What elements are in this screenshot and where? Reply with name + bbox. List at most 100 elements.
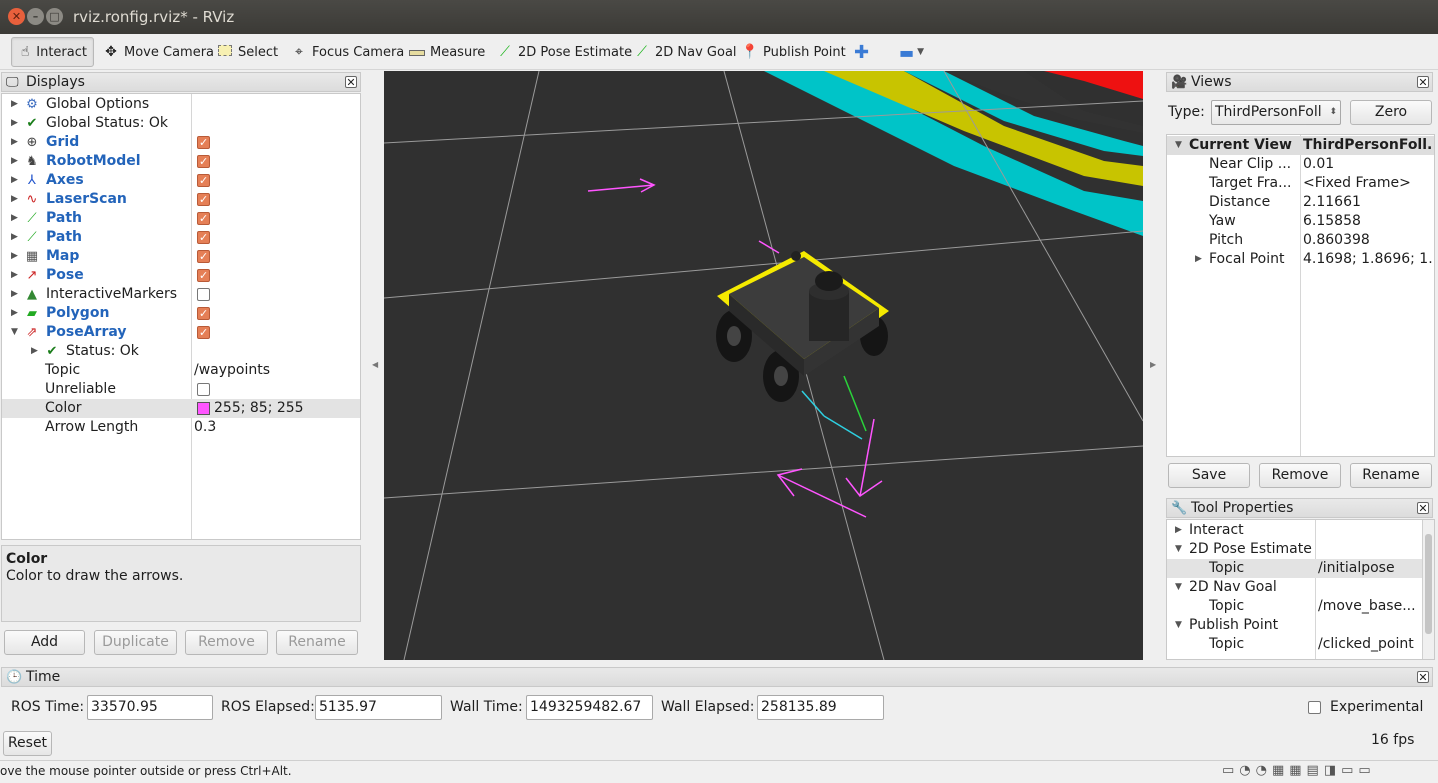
3d-render-viewport[interactable] — [384, 71, 1143, 660]
display-enabled-checkbox[interactable] — [197, 190, 210, 209]
expand-right-icon[interactable]: ▶ — [11, 228, 18, 247]
display-enabled-checkbox[interactable] — [197, 209, 210, 228]
rename-view-button[interactable]: Rename — [1350, 463, 1432, 488]
display-enabled-checkbox[interactable] — [197, 288, 210, 301]
publish-point-tool-button[interactable]: 📍 Publish Point — [735, 37, 852, 67]
display-item-pose[interactable]: ▶ ↗ Pose — [2, 266, 360, 285]
interact-tool-button[interactable]: ☝ Interact — [11, 37, 94, 67]
view-property-row[interactable]: Near Clip ... 0.01 — [1167, 155, 1434, 174]
arrow-length-value[interactable]: 0.3 — [194, 418, 216, 437]
wall-elapsed-field[interactable]: 258135.89 — [757, 695, 884, 720]
color-property-row[interactable]: Color 255; 85; 255 — [2, 399, 360, 418]
display-enabled-checkbox[interactable] — [197, 247, 210, 266]
measure-tool-button[interactable]: Measure — [402, 37, 491, 67]
focus-camera-tool-button[interactable]: ⌖ Focus Camera — [284, 37, 410, 67]
expand-right-icon[interactable]: ▶ — [11, 285, 18, 304]
close-icon[interactable]: ✕ — [1417, 671, 1429, 683]
close-icon[interactable]: ✕ — [1417, 76, 1429, 88]
display-enabled-checkbox[interactable] — [197, 152, 210, 171]
duplicate-display-button[interactable]: Duplicate — [94, 630, 177, 655]
ros-elapsed-field[interactable]: 5135.97 — [315, 695, 442, 720]
move-camera-tool-button[interactable]: ✥ Move Camera — [96, 37, 220, 67]
display-enabled-checkbox[interactable] — [197, 228, 210, 247]
window-close-button[interactable]: ✕ — [8, 8, 25, 25]
display-item-laserscan[interactable]: ▶ ∿ LaserScan — [2, 190, 360, 209]
display-enabled-checkbox[interactable] — [197, 323, 210, 342]
unreliable-checkbox[interactable] — [197, 383, 210, 396]
display-enabled-checkbox[interactable] — [197, 266, 210, 285]
tool-properties-scrollbar[interactable] — [1422, 520, 1434, 659]
view-type-select[interactable]: ThirdPersonFoll ⬍ — [1211, 100, 1341, 125]
posearray-status-row[interactable]: ▶ ✔ Status: Ok — [2, 342, 360, 361]
tool-property-row[interactable]: Topic /clicked_point — [1167, 635, 1434, 654]
display-item-posearray[interactable]: ▼ ⇗ PoseArray — [2, 323, 360, 342]
expand-right-icon[interactable]: ▶ — [11, 266, 18, 285]
tool-property-row[interactable]: ▼ 2D Pose Estimate — [1167, 540, 1434, 559]
expand-right-icon[interactable]: ▶ — [11, 95, 18, 114]
current-view-row[interactable]: ▼ Current View ThirdPersonFoll... — [1167, 136, 1434, 155]
expand-down-icon[interactable]: ▼ — [11, 323, 18, 342]
expand-right-icon[interactable]: ▶ — [11, 133, 18, 152]
topic-property-row[interactable]: Topic /waypoints — [2, 361, 360, 380]
expand-right-icon[interactable]: ▶ — [11, 114, 18, 133]
display-enabled-checkbox[interactable] — [197, 304, 210, 323]
left-splitter-handle[interactable]: ◀ — [372, 360, 378, 369]
color-value[interactable]: 255; 85; 255 — [214, 399, 304, 418]
display-item-path[interactable]: ▶ ⟋ Path — [2, 209, 360, 228]
view-property-row[interactable]: Target Fra... <Fixed Frame> — [1167, 174, 1434, 193]
expand-right-icon[interactable]: ▶ — [11, 171, 18, 190]
display-item-interactivemarkers[interactable]: ▶ ▲ InteractiveMarkers — [2, 285, 360, 304]
display-enabled-checkbox[interactable] — [197, 171, 210, 190]
view-property-row[interactable]: Yaw 6.15858 — [1167, 212, 1434, 231]
remove-view-button[interactable]: Remove — [1259, 463, 1341, 488]
expand-right-icon[interactable]: ▶ — [31, 342, 38, 361]
expand-right-icon[interactable]: ▶ — [11, 209, 18, 228]
expand-right-icon[interactable]: ▶ — [1195, 250, 1202, 269]
display-item-global status: ok[interactable]: ▶ ✔ Global Status: Ok — [2, 114, 360, 133]
unreliable-property-row[interactable]: Unreliable — [2, 380, 360, 399]
pose-estimate-tool-button[interactable]: ⟋ 2D Pose Estimate — [490, 37, 638, 67]
view-property-row[interactable]: ▶ Focal Point 4.1698; 1.8696; 1... — [1167, 250, 1434, 269]
close-icon[interactable]: ✕ — [1417, 502, 1429, 514]
right-splitter-handle[interactable]: ▶ — [1150, 360, 1156, 369]
expand-down-icon[interactable]: ▼ — [1175, 540, 1182, 559]
view-property-row[interactable]: Pitch 0.860398 — [1167, 231, 1434, 250]
display-item-axes[interactable]: ▶ ⅄ Axes — [2, 171, 360, 190]
tool-property-row[interactable]: Topic /move_base... — [1167, 597, 1434, 616]
rename-display-button[interactable]: Rename — [276, 630, 358, 655]
remove-display-button[interactable]: Remove — [185, 630, 268, 655]
tool-property-row[interactable]: Topic /initialpose — [1167, 559, 1434, 578]
expand-right-icon[interactable]: ▶ — [11, 190, 18, 209]
expand-down-icon[interactable]: ▼ — [1175, 616, 1182, 635]
select-tool-button[interactable]: Select — [210, 37, 284, 67]
view-property-row[interactable]: Distance 2.11661 — [1167, 193, 1434, 212]
wall-time-field[interactable]: 1493259482.67 — [526, 695, 653, 720]
arrow-length-property-row[interactable]: Arrow Length 0.3 — [2, 418, 360, 437]
window-minimize-button[interactable]: – — [27, 8, 44, 25]
expand-right-icon[interactable]: ▶ — [11, 152, 18, 171]
display-item-robotmodel[interactable]: ▶ ♞ RobotModel — [2, 152, 360, 171]
expand-right-icon[interactable]: ▶ — [1175, 521, 1182, 540]
tool-property-row[interactable]: ▼ Publish Point — [1167, 616, 1434, 635]
save-view-button[interactable]: Save — [1168, 463, 1250, 488]
tool-property-row[interactable]: ▶ Interact — [1167, 521, 1434, 540]
expand-right-icon[interactable]: ▶ — [11, 247, 18, 266]
remove-tool-dropdown[interactable]: ▬ ▼ — [893, 37, 930, 67]
display-item-global options[interactable]: ▶ ⚙ Global Options — [2, 95, 360, 114]
display-item-path[interactable]: ▶ ⟋ Path — [2, 228, 360, 247]
expand-down-icon[interactable]: ▼ — [1175, 578, 1182, 597]
display-item-grid[interactable]: ▶ ⊕ Grid — [2, 133, 360, 152]
display-enabled-checkbox[interactable] — [197, 133, 210, 152]
reset-button[interactable]: Reset — [3, 731, 52, 756]
expand-right-icon[interactable]: ▶ — [11, 304, 18, 323]
add-tool-button[interactable]: ✚ — [848, 37, 875, 67]
add-display-button[interactable]: Add — [4, 630, 85, 655]
nav-goal-tool-button[interactable]: ⟋ 2D Nav Goal — [627, 37, 743, 67]
display-item-map[interactable]: ▶ ▦ Map — [2, 247, 360, 266]
zero-view-button[interactable]: Zero — [1350, 100, 1432, 125]
tool-property-row[interactable]: ▼ 2D Nav Goal — [1167, 578, 1434, 597]
display-item-polygon[interactable]: ▶ ▰ Polygon — [2, 304, 360, 323]
color-swatch[interactable] — [197, 402, 210, 415]
topic-value[interactable]: /waypoints — [194, 361, 270, 380]
window-maximize-button[interactable]: □ — [46, 8, 63, 25]
